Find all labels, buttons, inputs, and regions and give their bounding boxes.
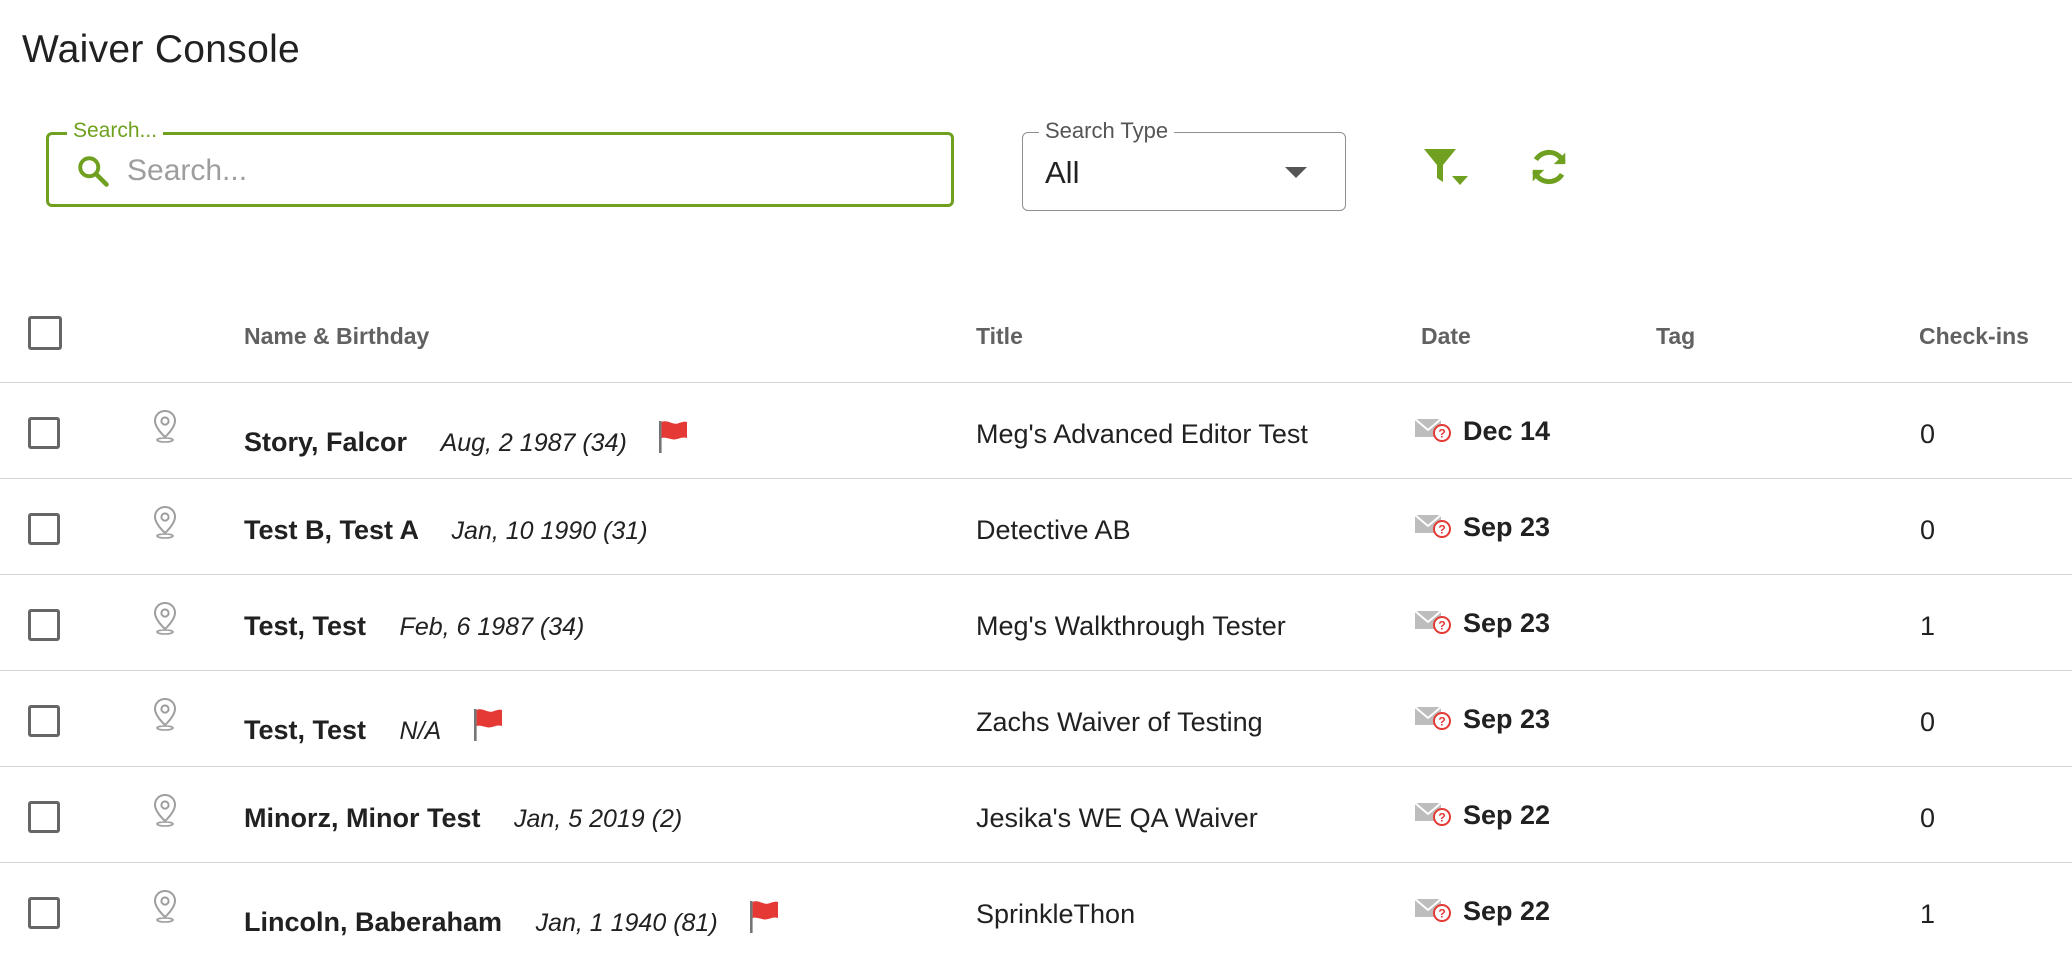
row-birthday: Jan, 10 1990 (31) bbox=[451, 517, 648, 545]
search-icon bbox=[78, 156, 109, 187]
row-name-text: Test, Test bbox=[244, 611, 367, 641]
location-pin-icon[interactable] bbox=[152, 697, 178, 731]
location-pin-icon[interactable] bbox=[152, 889, 178, 923]
row-checkbox[interactable] bbox=[28, 417, 60, 449]
row-birthday: N/A bbox=[399, 717, 442, 745]
row-birthday: Feb, 6 1987 (34) bbox=[399, 613, 585, 641]
mail-unknown-icon: ? bbox=[1414, 418, 1451, 442]
row-date: Sep 23 bbox=[1463, 608, 1551, 638]
row-checkbox[interactable] bbox=[28, 609, 60, 641]
mail-unknown-icon: ? bbox=[1414, 898, 1451, 922]
table-body: Story, Falcor Aug, 2 1987 (34) Meg's Adv… bbox=[0, 383, 2072, 958]
row-date: Sep 23 bbox=[1463, 704, 1551, 734]
svg-text:?: ? bbox=[1438, 427, 1445, 441]
row-name-text: Lincoln, Baberaham bbox=[244, 907, 503, 937]
table-row[interactable]: Lincoln, Baberaham Jan, 1 1940 (81) Spri… bbox=[0, 863, 2072, 958]
flag-icon[interactable] bbox=[656, 419, 690, 455]
location-pin-icon[interactable] bbox=[152, 409, 178, 443]
mail-unknown-icon: ? bbox=[1414, 706, 1451, 730]
row-checkins: 0 bbox=[1920, 419, 1936, 449]
table-row[interactable]: Test, Test Feb, 6 1987 (34) Meg's Walkth… bbox=[0, 575, 2072, 671]
svg-text:?: ? bbox=[1438, 523, 1445, 537]
row-name[interactable]: Minorz, Minor Test Jan, 5 2019 (2) bbox=[244, 803, 682, 834]
flag-icon[interactable] bbox=[471, 707, 505, 743]
caret-down-icon bbox=[1285, 167, 1307, 178]
column-header-checkins[interactable]: Check-ins bbox=[1919, 323, 2029, 350]
mail-unknown-icon: ? bbox=[1414, 610, 1451, 634]
search-type-value: All bbox=[1045, 155, 1080, 190]
row-checkins: 0 bbox=[1920, 515, 1936, 545]
column-header-date[interactable]: Date bbox=[1421, 323, 1471, 350]
row-name[interactable]: Test, Test Feb, 6 1987 (34) bbox=[244, 611, 584, 642]
waiver-console-page: Waiver Console Search... Search Type All… bbox=[0, 0, 2072, 958]
search-type-select[interactable]: Search Type All bbox=[1022, 118, 1346, 211]
row-birthday: Jan, 5 2019 (2) bbox=[514, 805, 683, 833]
row-title: Jesika's WE QA Waiver bbox=[976, 803, 1258, 833]
row-name-text: Test, Test bbox=[244, 715, 367, 745]
row-title: Zachs Waiver of Testing bbox=[976, 707, 1263, 737]
row-name[interactable]: Story, Falcor Aug, 2 1987 (34) bbox=[244, 419, 690, 458]
row-name-text: Test B, Test A bbox=[244, 515, 419, 545]
search-type-label: Search Type bbox=[1039, 118, 1175, 144]
row-name[interactable]: Test B, Test A Jan, 10 1990 (31) bbox=[244, 515, 648, 546]
row-date: Sep 22 bbox=[1463, 896, 1551, 926]
table-header: Name & Birthday Title Date Tag Check-ins bbox=[0, 288, 2072, 383]
table-row[interactable]: Minorz, Minor Test Jan, 5 2019 (2) Jesik… bbox=[0, 767, 2072, 863]
row-checkins: 1 bbox=[1920, 611, 1936, 641]
row-name-text: Minorz, Minor Test bbox=[244, 803, 481, 833]
search-input[interactable] bbox=[125, 145, 929, 197]
row-title: Meg's Advanced Editor Test bbox=[976, 419, 1308, 449]
location-pin-icon[interactable] bbox=[152, 505, 178, 539]
row-date: Sep 23 bbox=[1463, 512, 1551, 542]
row-checkins: 1 bbox=[1920, 899, 1936, 929]
column-header-name[interactable]: Name & Birthday bbox=[244, 323, 429, 350]
table-row[interactable]: Test, Test N/A Zachs Waiver of Testing ?… bbox=[0, 671, 2072, 767]
row-checkbox[interactable] bbox=[28, 513, 60, 545]
mail-unknown-icon: ? bbox=[1414, 514, 1451, 538]
table-row[interactable]: Test B, Test A Jan, 10 1990 (31) Detecti… bbox=[0, 479, 2072, 575]
row-date: Sep 22 bbox=[1463, 800, 1551, 830]
location-pin-icon[interactable] bbox=[152, 793, 178, 827]
table-row[interactable]: Story, Falcor Aug, 2 1987 (34) Meg's Adv… bbox=[0, 383, 2072, 479]
search-field[interactable]: Search... bbox=[46, 119, 954, 207]
svg-text:?: ? bbox=[1438, 907, 1445, 921]
row-birthday: Jan, 1 1940 (81) bbox=[535, 909, 718, 937]
row-title: Detective AB bbox=[976, 515, 1131, 545]
filter-icon[interactable] bbox=[1422, 146, 1472, 188]
svg-text:?: ? bbox=[1438, 811, 1445, 825]
row-name[interactable]: Lincoln, Baberaham Jan, 1 1940 (81) bbox=[244, 899, 781, 938]
search-label: Search... bbox=[67, 119, 164, 143]
waiver-table: Name & Birthday Title Date Tag Check-ins… bbox=[0, 288, 2072, 958]
row-checkins: 0 bbox=[1920, 803, 1936, 833]
column-header-tag[interactable]: Tag bbox=[1656, 323, 1695, 350]
refresh-icon[interactable] bbox=[1526, 144, 1572, 190]
flag-icon[interactable] bbox=[747, 899, 781, 935]
row-title: Meg's Walkthrough Tester bbox=[976, 611, 1286, 641]
page-title: Waiver Console bbox=[22, 28, 301, 71]
select-all-checkbox[interactable] bbox=[28, 316, 62, 350]
row-checkins: 0 bbox=[1920, 707, 1936, 737]
mail-unknown-icon: ? bbox=[1414, 802, 1451, 826]
row-birthday: Aug, 2 1987 (34) bbox=[440, 429, 627, 457]
row-name-text: Story, Falcor bbox=[244, 427, 408, 457]
column-header-title[interactable]: Title bbox=[976, 323, 1023, 350]
row-title: SprinkleThon bbox=[976, 899, 1136, 929]
svg-text:?: ? bbox=[1438, 619, 1445, 633]
row-checkbox[interactable] bbox=[28, 705, 60, 737]
row-checkbox[interactable] bbox=[28, 897, 60, 929]
row-date: Dec 14 bbox=[1463, 416, 1551, 446]
location-pin-icon[interactable] bbox=[152, 601, 178, 635]
row-checkbox[interactable] bbox=[28, 801, 60, 833]
row-name[interactable]: Test, Test N/A bbox=[244, 707, 505, 746]
svg-text:?: ? bbox=[1438, 715, 1445, 729]
